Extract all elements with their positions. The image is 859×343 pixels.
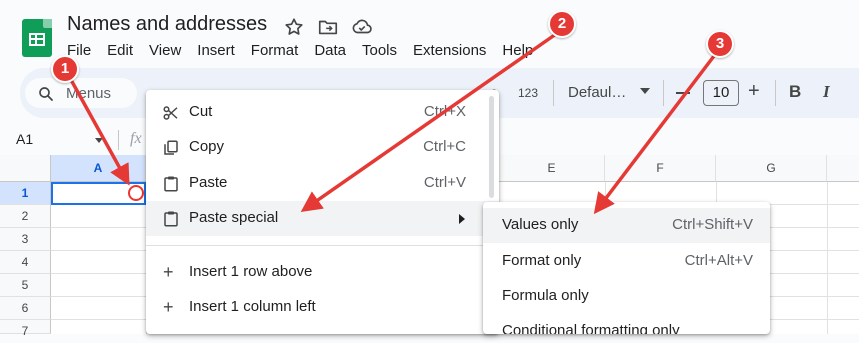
document-title[interactable]: Names and addresses bbox=[67, 13, 267, 36]
search-icon bbox=[39, 87, 53, 101]
menu-item-label: Formula only bbox=[502, 287, 589, 304]
menu-item-label: Insert 1 column left bbox=[189, 298, 316, 315]
menu-item-label: Format only bbox=[502, 252, 582, 269]
plus-icon: + bbox=[163, 297, 174, 317]
row-header-5[interactable]: 5 bbox=[0, 274, 51, 297]
menu-item-formula-only[interactable]: Formula only bbox=[483, 279, 770, 314]
annotation-circle bbox=[128, 185, 144, 201]
font-family-select[interactable]: Defaul… bbox=[568, 84, 626, 101]
name-box-caret-icon[interactable] bbox=[95, 138, 103, 143]
menu-item-conditional-formatting-only[interactable]: Conditional formatting only bbox=[483, 314, 770, 334]
row-header-3[interactable]: 3 bbox=[0, 228, 51, 251]
submenu-arrow-icon bbox=[459, 214, 465, 224]
menu-edit[interactable]: Edit bbox=[99, 41, 141, 61]
cloud-saved-icon[interactable] bbox=[351, 16, 373, 38]
column-header-e[interactable]: E bbox=[499, 155, 605, 182]
toolbar-divider bbox=[553, 80, 554, 106]
font-size-input[interactable]: 10 bbox=[703, 80, 739, 106]
plus-icon: + bbox=[163, 262, 174, 282]
menu-divider bbox=[146, 245, 499, 246]
menu-format[interactable]: Format bbox=[243, 41, 307, 61]
menu-view[interactable]: View bbox=[141, 41, 189, 61]
fx-icon: fx bbox=[130, 130, 142, 147]
column-header-f[interactable]: F bbox=[605, 155, 716, 182]
menus-label[interactable]: Menus bbox=[66, 85, 111, 102]
annotation-marker-1: 1 bbox=[51, 55, 79, 83]
menu-item-format-only[interactable]: Format only Ctrl+Alt+V bbox=[483, 244, 770, 279]
menu-item-label: Copy bbox=[189, 138, 225, 155]
menu-item-paste-special[interactable]: Paste special bbox=[146, 201, 499, 236]
menu-item-label: Insert 1 row above bbox=[189, 263, 313, 280]
clipboard-icon bbox=[164, 176, 178, 192]
menu-insert[interactable]: Insert bbox=[189, 41, 243, 61]
menu-item-paste[interactable]: Paste Ctrl+V bbox=[146, 166, 499, 201]
copy-icon bbox=[164, 140, 178, 155]
toolbar-divider bbox=[663, 80, 664, 106]
menu-extensions[interactable]: Extensions bbox=[405, 41, 494, 61]
menu-item-values-only[interactable]: Values only Ctrl+Shift+V bbox=[483, 208, 770, 243]
menu-item-label: Paste bbox=[189, 174, 228, 191]
menu-item-insert-row-above[interactable]: + Insert 1 row above bbox=[146, 255, 499, 290]
google-sheets-logo[interactable] bbox=[22, 19, 52, 57]
annotation-marker-3: 3 bbox=[706, 30, 734, 58]
star-icon[interactable] bbox=[283, 16, 305, 38]
column-header-g[interactable]: G bbox=[716, 155, 827, 182]
menu-item-copy[interactable]: Copy Ctrl+C bbox=[146, 130, 499, 165]
italic-button[interactable]: I bbox=[823, 82, 830, 102]
row-header-6[interactable]: 6 bbox=[0, 297, 51, 320]
bold-button[interactable]: B bbox=[789, 82, 801, 102]
menu-item-label: Values only bbox=[502, 216, 579, 233]
move-folder-icon[interactable] bbox=[317, 16, 339, 38]
row-header-7[interactable]: 7 bbox=[0, 320, 51, 338]
row-header-2[interactable]: 2 bbox=[0, 205, 51, 228]
select-all-corner[interactable] bbox=[0, 155, 51, 182]
menu-item-insert-column-left[interactable]: + Insert 1 column left bbox=[146, 290, 499, 325]
column-header-h[interactable] bbox=[827, 155, 859, 182]
column-header-a[interactable]: A bbox=[51, 155, 146, 182]
row-header-4[interactable]: 4 bbox=[0, 251, 51, 274]
menu-item-shortcut: Ctrl+X bbox=[423, 103, 466, 120]
menu-help[interactable]: Help bbox=[494, 41, 541, 61]
annotation-marker-2: 2 bbox=[548, 10, 576, 38]
clipboard-icon bbox=[164, 211, 178, 227]
menu-item-label: Paste special bbox=[189, 209, 279, 226]
menu-item-shortcut: Ctrl+Shift+V bbox=[672, 216, 753, 233]
toolbar-divider bbox=[775, 80, 776, 106]
increase-font-size-button[interactable]: + bbox=[748, 80, 760, 103]
name-box[interactable]: A1 bbox=[16, 131, 33, 147]
menu-item-label: Conditional formatting only bbox=[502, 322, 680, 334]
menu-item-shortcut: Ctrl+C bbox=[423, 138, 466, 155]
formula-bar-divider bbox=[118, 130, 119, 150]
menu-bar: File Edit View Insert Format Data Tools … bbox=[59, 41, 541, 61]
number-format-button[interactable]: 123 bbox=[518, 86, 538, 100]
menu-data[interactable]: Data bbox=[306, 41, 354, 61]
grid-line bbox=[827, 182, 828, 334]
font-dropdown-caret-icon[interactable] bbox=[640, 88, 650, 94]
scissors-icon bbox=[163, 106, 178, 120]
decrease-font-size-button[interactable] bbox=[676, 92, 690, 94]
menu-item-label: Cut bbox=[189, 103, 213, 120]
menu-item-shortcut: Ctrl+V bbox=[423, 174, 466, 191]
menu-tools[interactable]: Tools bbox=[354, 41, 405, 61]
menu-item-cut[interactable]: Cut Ctrl+X bbox=[146, 95, 499, 130]
menu-item-shortcut: Ctrl+Alt+V bbox=[684, 252, 753, 269]
row-header-1[interactable]: 1 bbox=[0, 182, 51, 205]
